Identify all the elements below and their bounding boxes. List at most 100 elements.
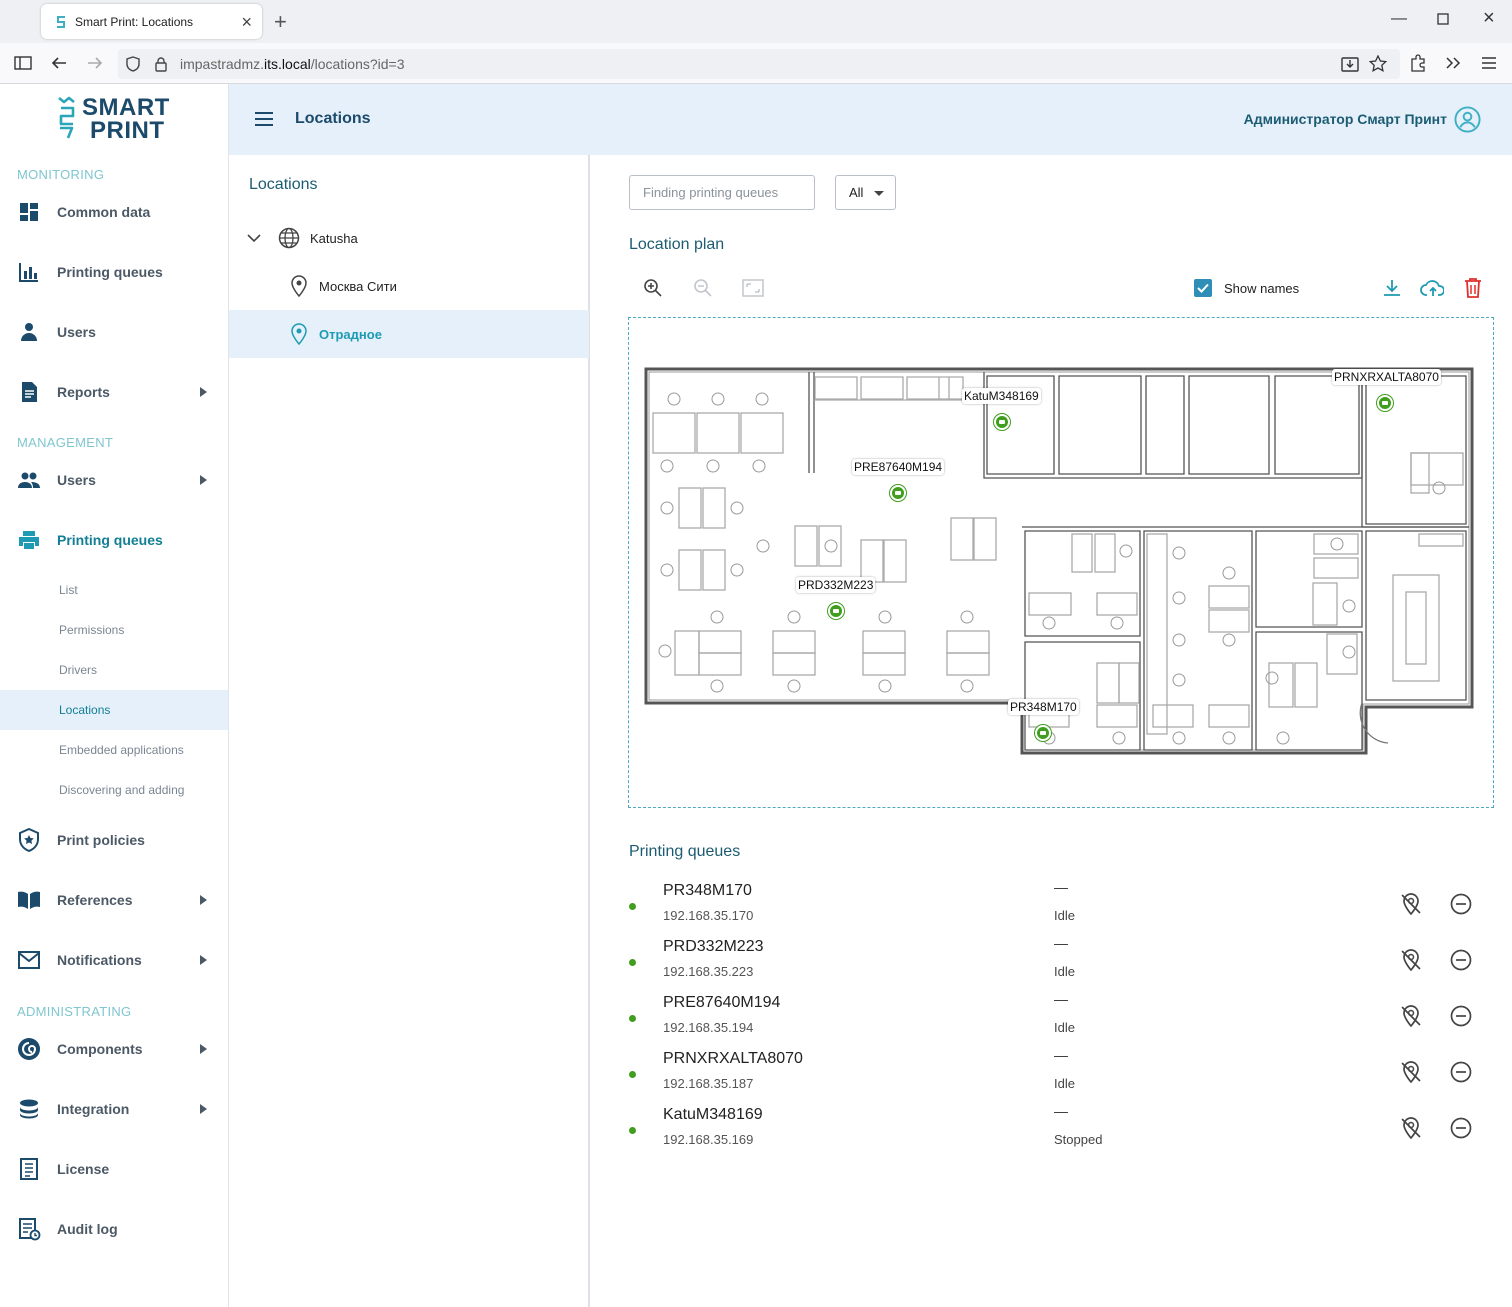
location-pin-icon: [291, 323, 307, 345]
nav-label: Reports: [57, 384, 110, 400]
queue-ip: 192.168.35.223: [663, 964, 754, 979]
plan-printer-marker-icon[interactable]: [890, 485, 906, 501]
nav-notifications[interactable]: Notifications: [0, 938, 228, 982]
bookmark-star-icon[interactable]: [1369, 55, 1387, 73]
status-dot-icon: [629, 903, 636, 910]
remove-queue-icon[interactable]: [1449, 1004, 1473, 1028]
smart-print-logo[interactable]: SMART PRINT: [56, 96, 186, 146]
browser-tab[interactable]: Smart Print: Locations ×: [41, 4, 262, 39]
smart-print-favicon-icon: [57, 15, 65, 28]
user-name[interactable]: Администратор Смарт Принт: [1244, 111, 1447, 127]
tree-node-moscow-city[interactable]: Москва Сити: [229, 262, 589, 310]
nav-label: Users: [57, 472, 96, 488]
nav-label: Printing queues: [57, 532, 163, 548]
plan-printer-marker-icon[interactable]: [994, 414, 1010, 430]
section-monitoring: MONITORING: [17, 167, 105, 182]
check-icon: [1197, 283, 1209, 293]
plan-marker-label: PRD332M223: [796, 577, 876, 593]
browser-tab-bar: Smart Print: Locations × + — ×: [0, 0, 1512, 43]
save-to-pocket-icon[interactable]: [1341, 55, 1359, 73]
minimize-icon[interactable]: —: [1391, 10, 1407, 28]
sidebar-toggle-icon[interactable]: [12, 52, 34, 74]
remove-from-plan-icon[interactable]: [1399, 1116, 1423, 1140]
database-layers-icon: [20, 1099, 38, 1119]
tree-node-katusha[interactable]: Katusha: [229, 214, 589, 262]
nav-printing-queues-monitoring[interactable]: Printing queues: [0, 250, 228, 294]
nav-integration[interactable]: Integration: [0, 1087, 228, 1131]
select-value: All: [849, 185, 864, 200]
address-bar[interactable]: impastradmz.its.local/locations?id=3: [118, 49, 1400, 79]
app-menu-icon[interactable]: [1478, 52, 1500, 74]
queue-row[interactable]: PRE87640M194 192.168.35.194 — Idle: [629, 988, 1509, 1044]
status-filter-select[interactable]: All: [835, 175, 896, 210]
printer-icon: [19, 531, 39, 549]
queue-row[interactable]: PRD332M223 192.168.35.223 — Idle: [629, 932, 1509, 988]
queue-state: Stopped: [1054, 1132, 1103, 1147]
remove-from-plan-icon[interactable]: [1399, 948, 1423, 972]
remove-from-plan-icon[interactable]: [1399, 1060, 1423, 1084]
nav-users-monitoring[interactable]: Users: [0, 310, 228, 354]
user-avatar-icon[interactable]: [1454, 106, 1481, 133]
menu-hamburger-icon[interactable]: [255, 112, 273, 126]
queue-search-input[interactable]: [629, 175, 815, 210]
remove-queue-icon[interactable]: [1449, 1060, 1473, 1084]
subnav-embedded-applications[interactable]: Embedded applications: [0, 730, 228, 770]
download-icon[interactable]: [1380, 276, 1404, 300]
queue-row[interactable]: PR348M170 192.168.35.170 — Idle: [629, 876, 1509, 932]
show-names-label[interactable]: Show names: [1224, 281, 1299, 296]
remove-from-plan-icon[interactable]: [1399, 892, 1423, 916]
back-icon[interactable]: [48, 52, 70, 74]
window-close-icon[interactable]: ×: [1483, 7, 1495, 30]
nav-label: Components: [57, 1041, 143, 1057]
plan-printer-marker-icon[interactable]: [1035, 725, 1051, 741]
queue-row[interactable]: PRNXRXALTA8070 192.168.35.187 — Idle: [629, 1044, 1509, 1100]
remove-queue-icon[interactable]: [1449, 1116, 1473, 1140]
subnav-drivers[interactable]: Drivers: [0, 650, 228, 690]
forward-icon[interactable]: [84, 52, 106, 74]
subnav-permissions[interactable]: Permissions: [0, 610, 228, 650]
remove-queue-icon[interactable]: [1449, 892, 1473, 916]
nav-license[interactable]: License: [0, 1147, 228, 1191]
tree-node-label: Москва Сити: [319, 278, 397, 294]
delete-trash-icon[interactable]: [1461, 276, 1485, 300]
nav-print-policies[interactable]: Print policies: [0, 818, 228, 862]
subnav-list[interactable]: List: [0, 570, 228, 610]
nav-components[interactable]: Components: [0, 1027, 228, 1071]
queue-row[interactable]: KatuM348169 192.168.35.169 — Stopped: [629, 1100, 1509, 1156]
plan-printer-marker-icon[interactable]: [1377, 395, 1393, 411]
nav-references[interactable]: References: [0, 878, 228, 922]
overflow-chevrons-icon[interactable]: [1442, 52, 1464, 74]
floor-plan-drawing: [644, 367, 1474, 755]
bar-chart-icon: [19, 263, 38, 282]
status-dot-icon: [629, 959, 636, 966]
nav-common-data[interactable]: Common data: [0, 190, 228, 234]
user-icon: [21, 323, 37, 341]
maximize-icon[interactable]: [1437, 12, 1449, 30]
cloud-upload-icon[interactable]: [1420, 276, 1444, 300]
tab-close-icon[interactable]: ×: [241, 13, 252, 31]
zoom-in-icon[interactable]: [641, 276, 665, 300]
fit-to-screen-icon[interactable]: [741, 276, 765, 300]
printing-queues-title: Printing queues: [629, 843, 741, 860]
remove-from-plan-icon[interactable]: [1399, 1004, 1423, 1028]
sidebar: SMART PRINT MONITORING Common data Print…: [0, 84, 229, 1307]
subnav-locations[interactable]: Locations: [0, 690, 228, 730]
plan-printer-marker-icon[interactable]: [828, 603, 844, 619]
plan-marker-label: PR348M170: [1008, 699, 1079, 715]
nav-reports[interactable]: Reports: [0, 370, 228, 414]
expand-arrow-icon: [200, 895, 207, 905]
zoom-out-icon[interactable]: [691, 276, 715, 300]
extensions-icon[interactable]: [1407, 52, 1429, 74]
subnav-discovering-and-adding[interactable]: Discovering and adding: [0, 770, 228, 810]
plan-marker-label: PRE87640M194: [852, 459, 945, 475]
new-tab-icon[interactable]: +: [274, 9, 287, 35]
tree-node-otradnoe[interactable]: Отрадное: [229, 310, 589, 358]
expand-arrow-icon: [200, 1104, 207, 1114]
nav-printing-queues[interactable]: Printing queues: [0, 518, 228, 562]
location-plan-canvas[interactable]: KatuM348169 PRNXRXALTA8070 PRE87640M194 …: [628, 317, 1494, 808]
show-names-checkbox[interactable]: [1194, 279, 1212, 297]
nav-users-management[interactable]: Users: [0, 458, 228, 502]
nav-audit-log[interactable]: Audit log: [0, 1207, 228, 1251]
chevron-down-icon[interactable]: [247, 233, 261, 243]
remove-queue-icon[interactable]: [1449, 948, 1473, 972]
